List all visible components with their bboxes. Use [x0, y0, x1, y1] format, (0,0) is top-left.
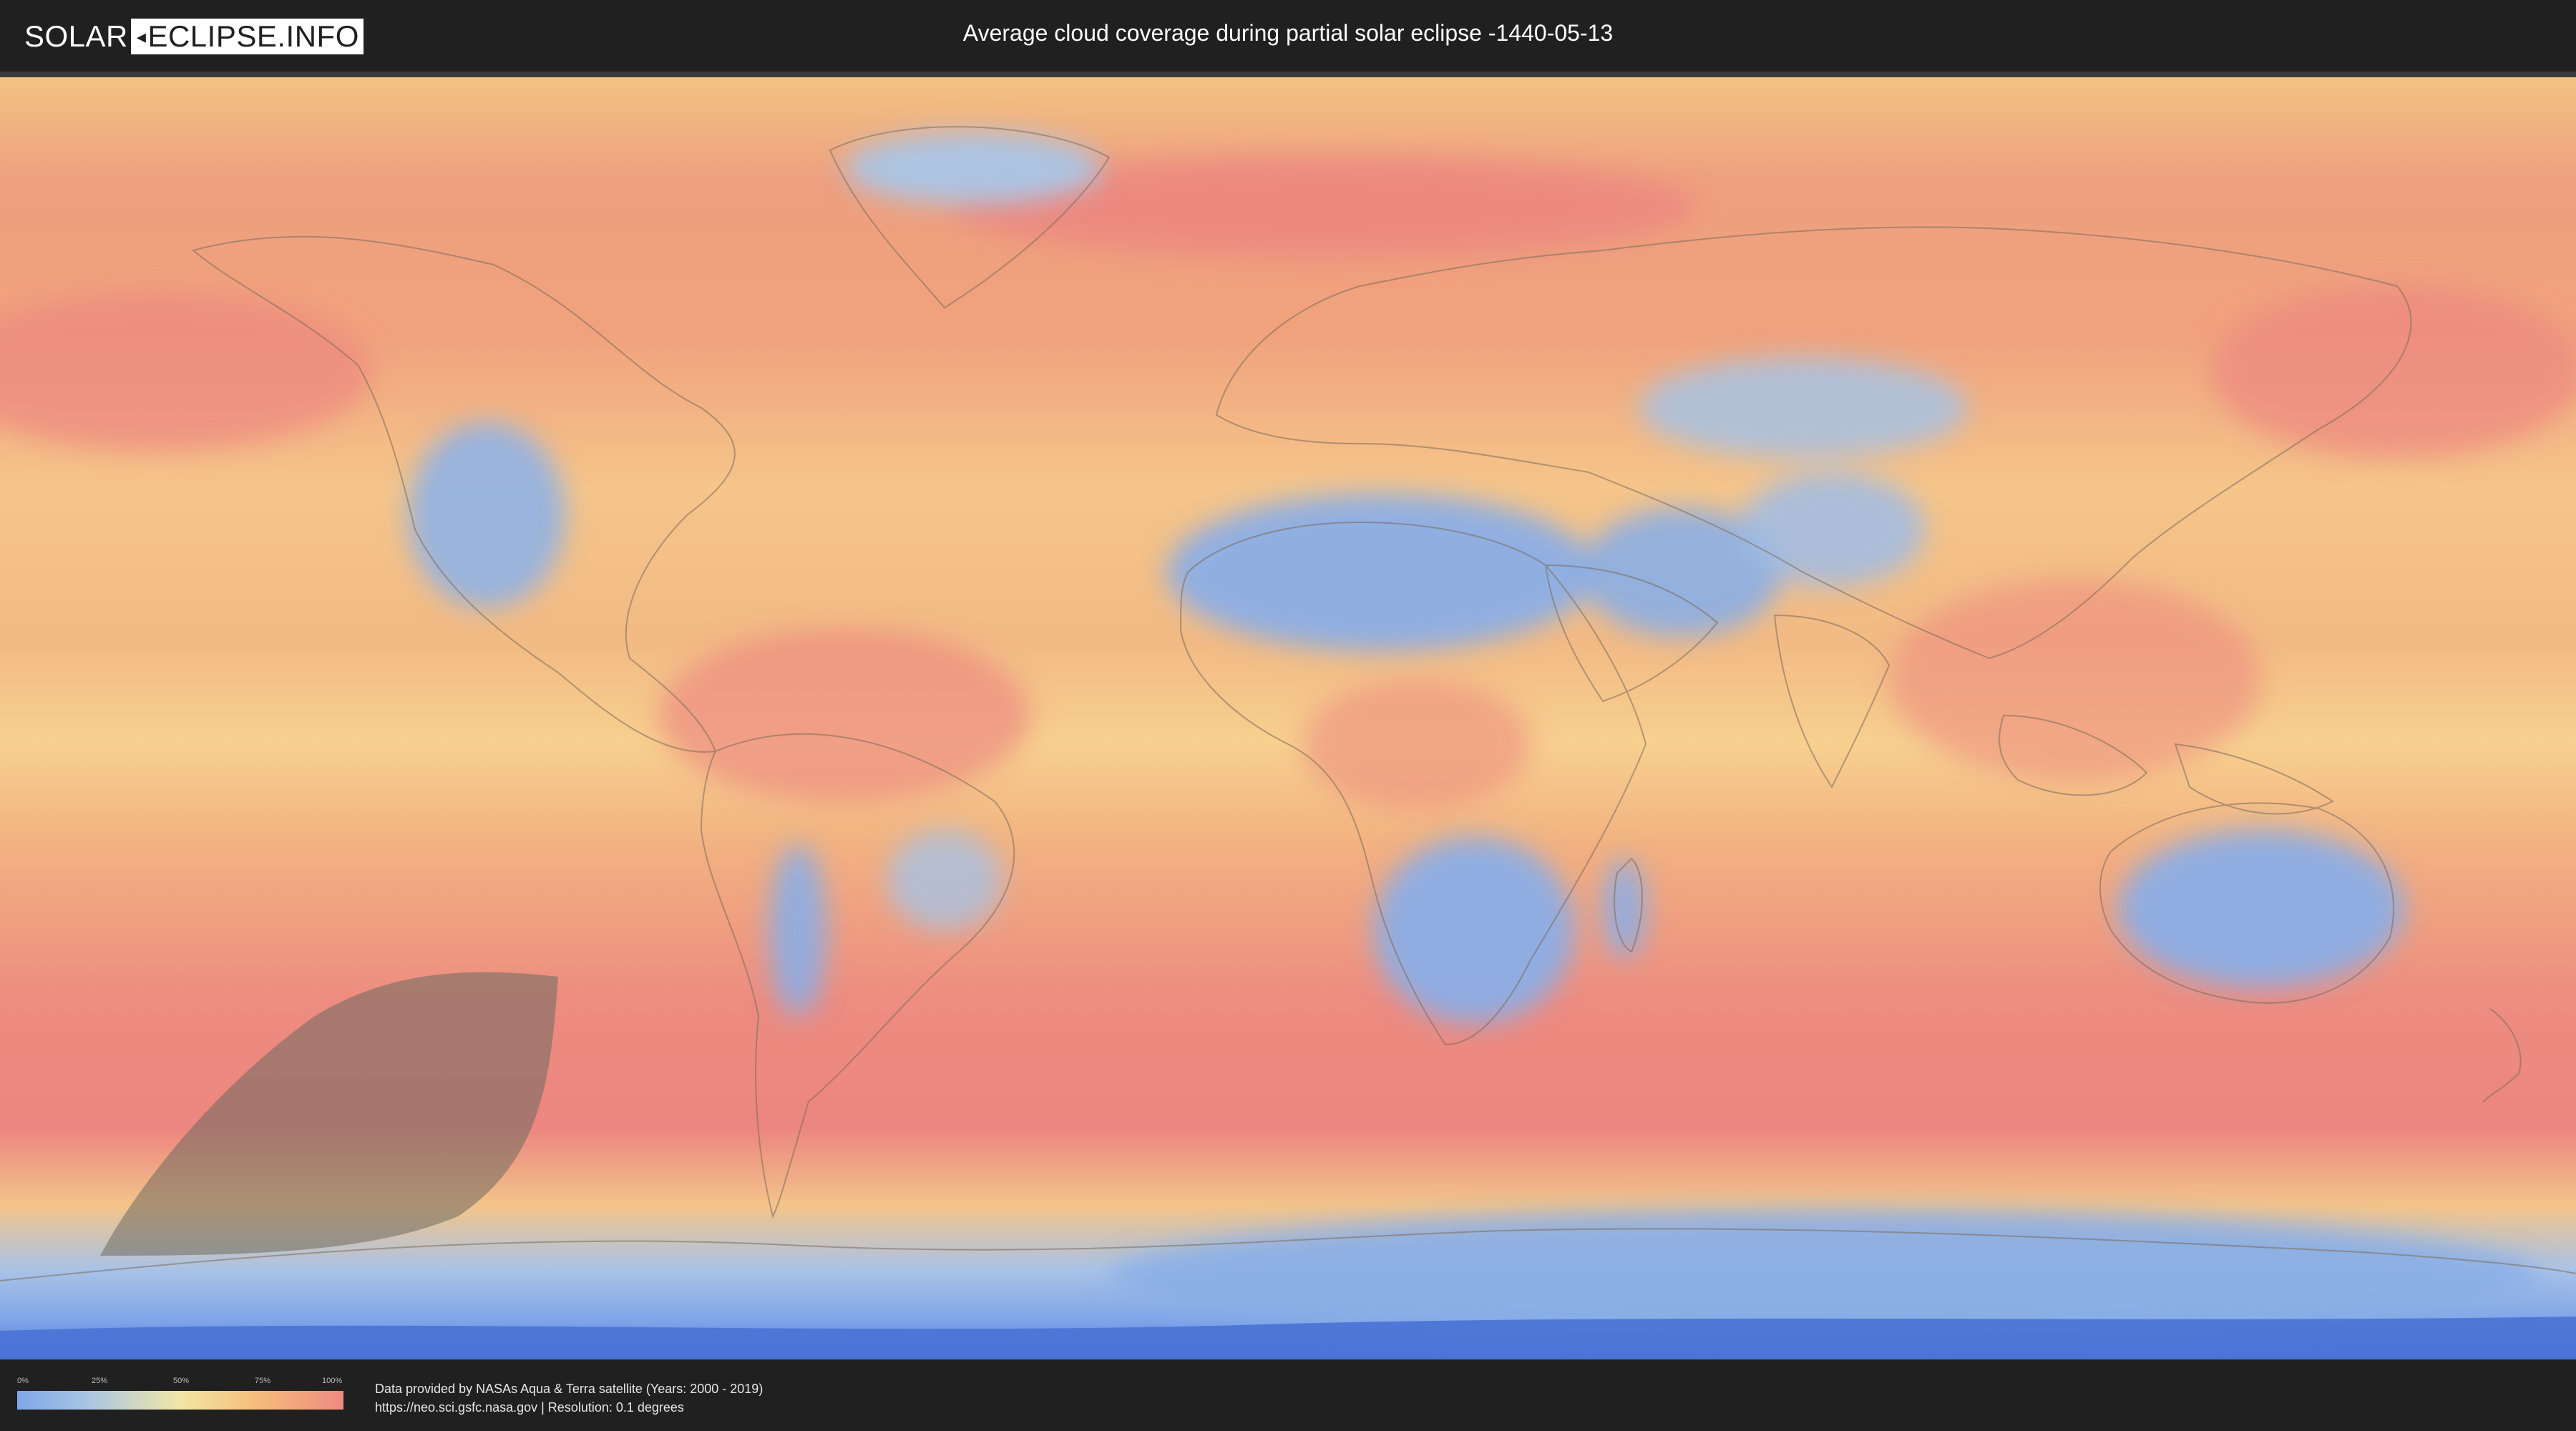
credits-line-1: Data provided by NASAs Aqua & Terra sate… [375, 1382, 763, 1396]
cloud-coverage-map[interactable] [0, 72, 2576, 1359]
legend-color-bar [17, 1391, 343, 1410]
credits-line-2: https://neo.sci.gsfc.nasa.gov | Resoluti… [375, 1400, 684, 1415]
page: SOLAR ◂ ECLIPSE.INFO Average cloud cover… [0, 0, 2576, 1431]
legend-tick-0: 0% [17, 1377, 29, 1385]
legend-tick-75: 75% [255, 1377, 271, 1385]
data-credits: Data provided by NASAs Aqua & Terra sate… [375, 1379, 763, 1417]
cloud-coverage-legend: 0% 25% 50% 75% 100% [17, 1377, 343, 1420]
legend-tick-50: 50% [173, 1377, 190, 1385]
legend-tick-100: 100% [322, 1377, 343, 1385]
world-map-svg [0, 77, 2576, 1359]
header-bar: SOLAR ◂ ECLIPSE.INFO Average cloud cover… [0, 0, 2576, 72]
page-title: Average cloud coverage during partial so… [962, 20, 1614, 46]
legend-tick-25: 25% [92, 1377, 108, 1385]
footer-bar: 0% 25% 50% 75% 100% Data provided by NAS… [0, 1359, 2576, 1431]
legend-ticks: 0% 25% 50% 75% 100% [17, 1377, 343, 1387]
